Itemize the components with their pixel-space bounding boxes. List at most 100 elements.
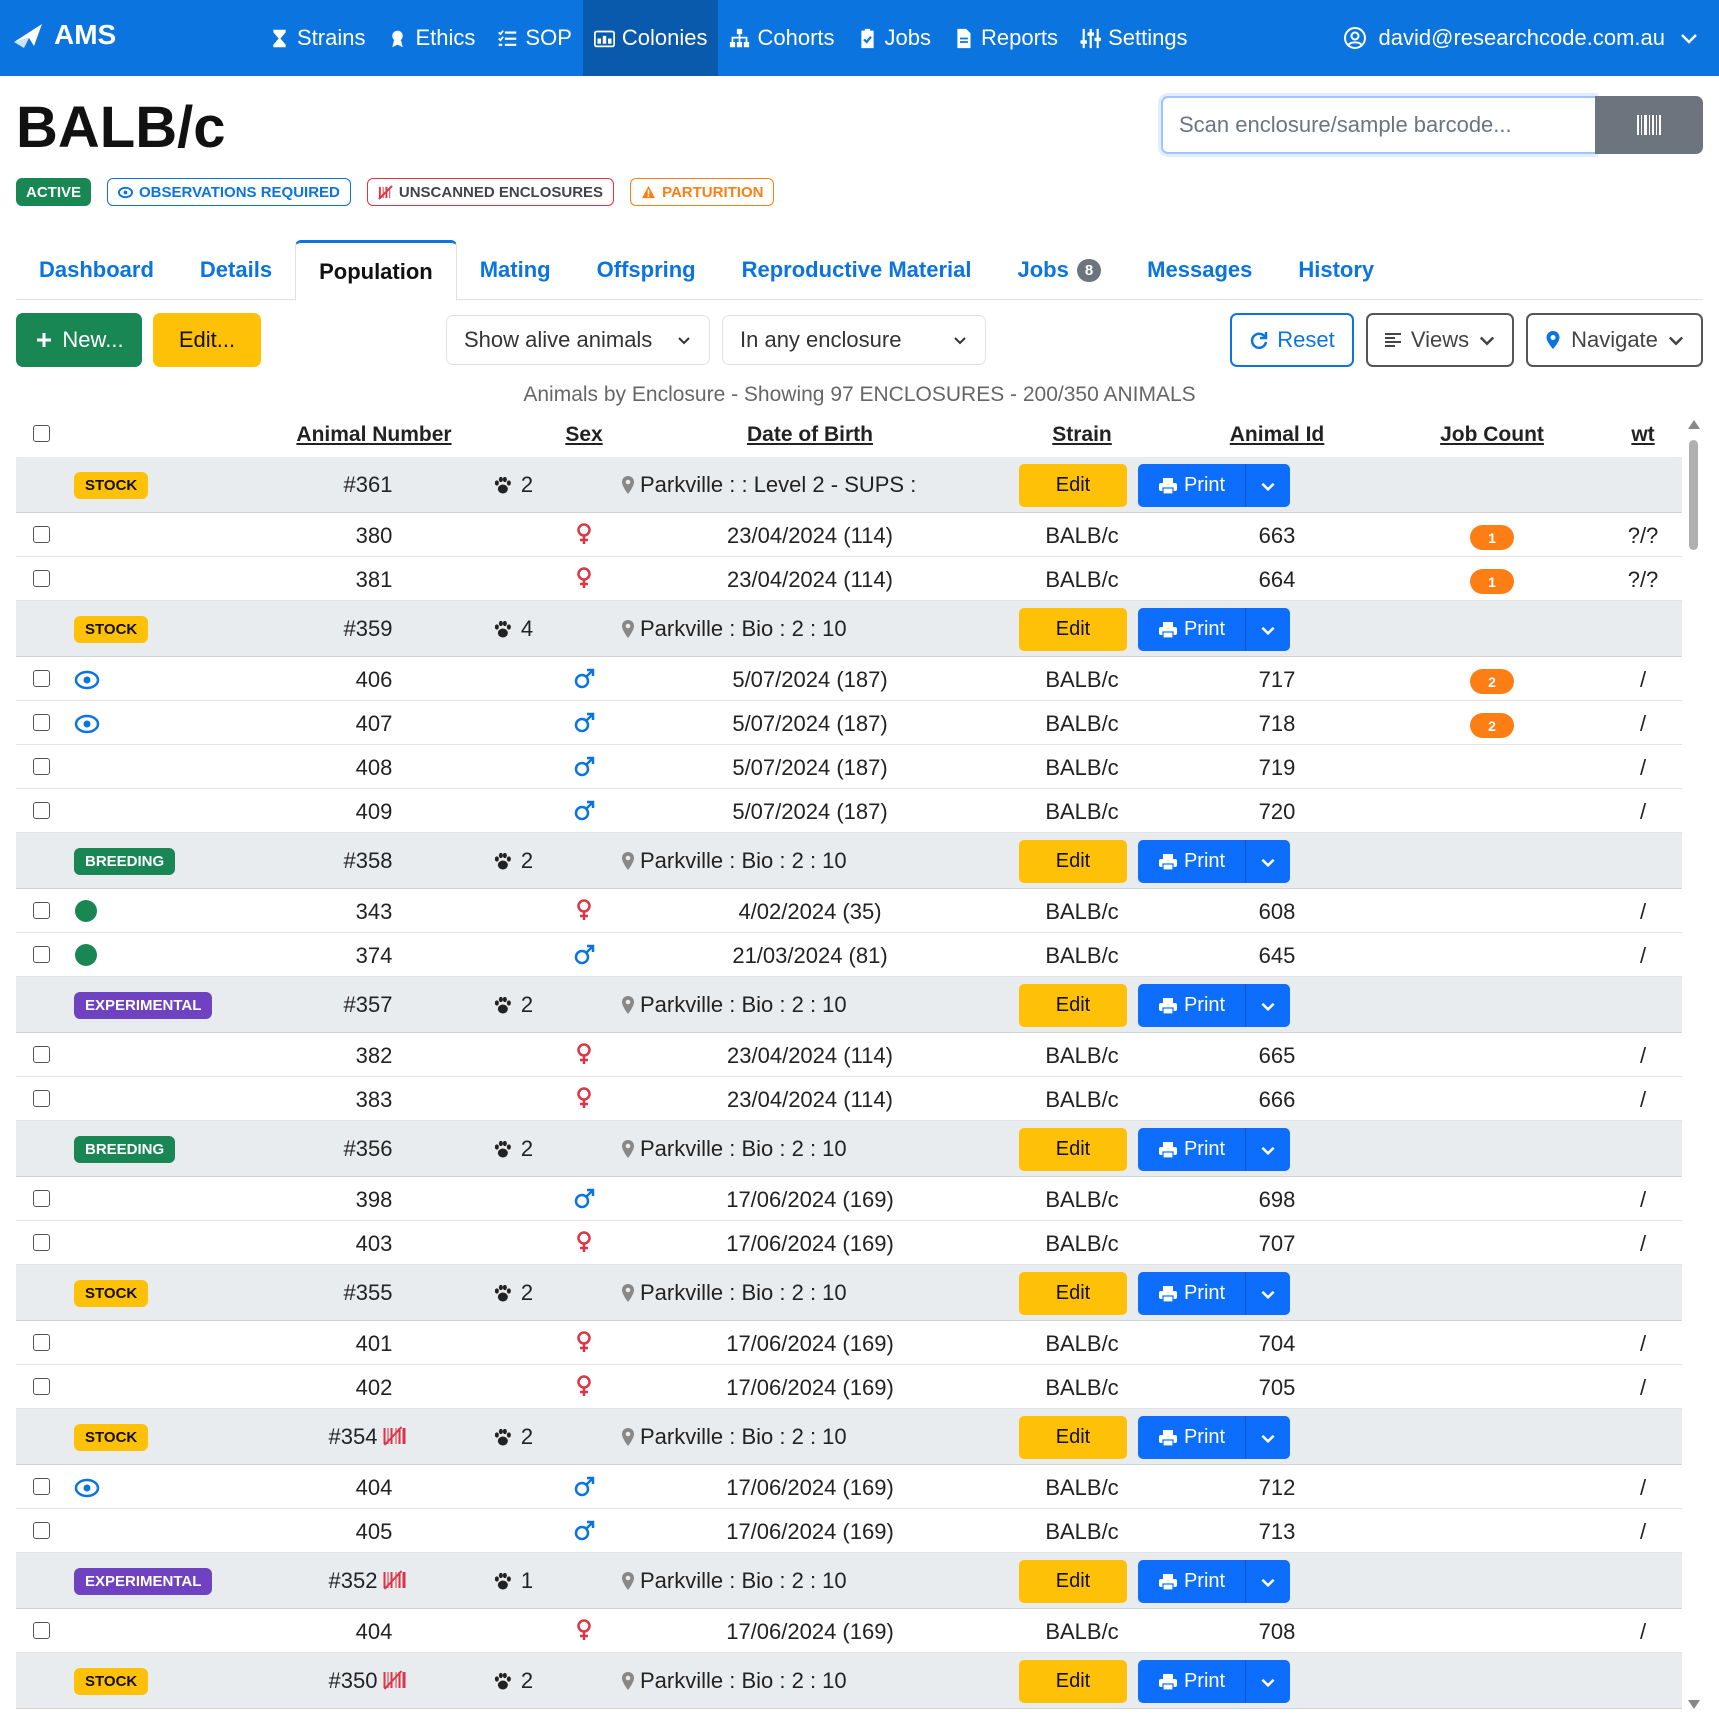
row-select-checkbox[interactable]: [33, 1334, 50, 1351]
row-select-checkbox[interactable]: [33, 1090, 50, 1107]
status-badge-parturition[interactable]: PARTURITION: [630, 178, 775, 206]
animal-row[interactable]: 408 5/07/2024 (187) BALB/c 719 /: [16, 745, 1682, 789]
row-select-checkbox[interactable]: [33, 802, 50, 819]
enclosure-location[interactable]: Parkville : : Level 2 - SUPS :: [620, 472, 916, 498]
job-count-badge[interactable]: 2: [1470, 669, 1514, 694]
nav-item-reports[interactable]: Reports: [942, 0, 1069, 76]
enclosure-number[interactable]: #358: [344, 848, 393, 874]
animal-row[interactable]: 409 5/07/2024 (187) BALB/c 720 /: [16, 789, 1682, 833]
animal-row[interactable]: 404 17/06/2024 (169) BALB/c 708 /: [16, 1609, 1682, 1653]
user-menu[interactable]: david@researchcode.com.au: [1343, 0, 1701, 76]
enclosure-number[interactable]: #355: [344, 1280, 393, 1306]
enclosure-number[interactable]: #361: [344, 472, 393, 498]
animal-row[interactable]: 383 23/04/2024 (114) BALB/c 666 /: [16, 1077, 1682, 1121]
job-count-badge[interactable]: 2: [1470, 713, 1514, 738]
status-badge-observations[interactable]: OBSERVATIONS REQUIRED: [107, 178, 351, 206]
column-header-job-count[interactable]: Job Count: [1440, 423, 1544, 447]
animal-row[interactable]: 381 23/04/2024 (114) BALB/c 664 1 ?/?: [16, 557, 1682, 601]
enclosure-edit-button[interactable]: Edit: [1019, 984, 1127, 1027]
enclosure-edit-button[interactable]: Edit: [1019, 608, 1127, 651]
nav-item-cohorts[interactable]: Cohorts: [718, 0, 845, 76]
enclosure-location[interactable]: Parkville : Bio : 2 : 10: [620, 1136, 847, 1162]
enclosure-edit-button[interactable]: Edit: [1019, 1560, 1127, 1603]
row-select-checkbox[interactable]: [33, 1622, 50, 1639]
animal-row[interactable]: 374 21/03/2024 (81) BALB/c 645 /: [16, 933, 1682, 977]
enclosure-number[interactable]: #352: [329, 1568, 408, 1594]
nav-item-jobs[interactable]: Jobs: [846, 0, 942, 76]
scrollbar-thumb[interactable]: [1689, 440, 1698, 550]
barcode-scan-button[interactable]: [1595, 96, 1703, 154]
animal-row[interactable]: 404 17/06/2024 (169) BALB/c 712 /: [16, 1465, 1682, 1509]
enclosure-number[interactable]: #354: [329, 1424, 408, 1450]
brand-logo[interactable]: AMS: [12, 18, 116, 52]
column-header-strain[interactable]: Strain: [1052, 423, 1112, 447]
row-select-checkbox[interactable]: [33, 1378, 50, 1395]
nav-item-sop[interactable]: SOP: [486, 0, 582, 76]
column-header-wt[interactable]: wt: [1631, 423, 1654, 447]
row-select-checkbox[interactable]: [33, 526, 50, 543]
print-options-toggle[interactable]: [1246, 464, 1290, 507]
enclosure-edit-button[interactable]: Edit: [1019, 1660, 1127, 1703]
row-select-checkbox[interactable]: [33, 1234, 50, 1251]
scroll-up-arrow[interactable]: [1688, 420, 1700, 429]
tab-details[interactable]: Details: [177, 240, 295, 300]
enclosure-edit-button[interactable]: Edit: [1019, 1128, 1127, 1171]
enclosure-print-button[interactable]: Print: [1138, 1660, 1246, 1703]
job-count-badge[interactable]: 1: [1470, 525, 1514, 550]
enclosure-print-button[interactable]: Print: [1138, 1272, 1246, 1315]
print-options-toggle[interactable]: [1246, 1560, 1290, 1603]
tab-messages[interactable]: Messages: [1124, 240, 1275, 300]
print-options-toggle[interactable]: [1246, 1128, 1290, 1171]
enclosure-number[interactable]: #356: [344, 1136, 393, 1162]
animal-row[interactable]: 402 17/06/2024 (169) BALB/c 705 /: [16, 1365, 1682, 1409]
enclosure-edit-button[interactable]: Edit: [1019, 840, 1127, 883]
nav-item-ethics[interactable]: Ethics: [376, 0, 486, 76]
enclosure-location[interactable]: Parkville : Bio : 2 : 10: [620, 1280, 847, 1306]
enclosure-print-button[interactable]: Print: [1138, 1560, 1246, 1603]
row-select-checkbox[interactable]: [33, 1190, 50, 1207]
views-dropdown-button[interactable]: Views: [1366, 313, 1514, 367]
job-count-badge[interactable]: 1: [1470, 569, 1514, 594]
barcode-scan-input[interactable]: [1161, 96, 1595, 154]
row-select-checkbox[interactable]: [33, 902, 50, 919]
row-select-checkbox[interactable]: [33, 1046, 50, 1063]
enclosure-number[interactable]: #359: [344, 616, 393, 642]
animal-row[interactable]: 398 17/06/2024 (169) BALB/c 698 /: [16, 1177, 1682, 1221]
enclosure-print-button[interactable]: Print: [1138, 1128, 1246, 1171]
enclosure-location[interactable]: Parkville : Bio : 2 : 10: [620, 848, 847, 874]
animal-row[interactable]: 407 5/07/2024 (187) BALB/c 718 2 /: [16, 701, 1682, 745]
nav-item-colonies[interactable]: Colonies: [582, 0, 719, 76]
enclosure-edit-button[interactable]: Edit: [1019, 1272, 1127, 1315]
column-header-date-of-birth[interactable]: Date of Birth: [747, 423, 873, 447]
animal-row[interactable]: 406 5/07/2024 (187) BALB/c 717 2 /: [16, 657, 1682, 701]
animal-row[interactable]: 380 23/04/2024 (114) BALB/c 663 1 ?/?: [16, 513, 1682, 557]
column-header-animal-number[interactable]: Animal Number: [296, 423, 451, 447]
scroll-down-arrow[interactable]: [1688, 1700, 1700, 1709]
enclosure-print-button[interactable]: Print: [1138, 464, 1246, 507]
row-select-checkbox[interactable]: [33, 1522, 50, 1539]
tab-jobs[interactable]: Jobs 8: [994, 240, 1124, 300]
enclosure-edit-button[interactable]: Edit: [1019, 464, 1127, 507]
enclosure-print-button[interactable]: Print: [1138, 840, 1246, 883]
print-options-toggle[interactable]: [1246, 1416, 1290, 1459]
enclosure-location[interactable]: Parkville : Bio : 2 : 10: [620, 1568, 847, 1594]
animal-row[interactable]: 403 17/06/2024 (169) BALB/c 707 /: [16, 1221, 1682, 1265]
animal-row[interactable]: 401 17/06/2024 (169) BALB/c 704 /: [16, 1321, 1682, 1365]
enclosure-filter-select[interactable]: In any enclosure: [722, 315, 986, 365]
enclosure-print-button[interactable]: Print: [1138, 1416, 1246, 1459]
row-select-checkbox[interactable]: [33, 670, 50, 687]
enclosure-print-button[interactable]: Print: [1138, 984, 1246, 1027]
tab-mating[interactable]: Mating: [457, 240, 574, 300]
row-select-checkbox[interactable]: [33, 714, 50, 731]
print-options-toggle[interactable]: [1246, 608, 1290, 651]
row-select-checkbox[interactable]: [33, 1478, 50, 1495]
navigate-dropdown-button[interactable]: Navigate: [1526, 313, 1703, 367]
animal-row[interactable]: 405 17/06/2024 (169) BALB/c 713 /: [16, 1509, 1682, 1553]
tab-reproductive-material[interactable]: Reproductive Material: [719, 240, 995, 300]
animal-row[interactable]: 382 23/04/2024 (114) BALB/c 665 /: [16, 1033, 1682, 1077]
new-button[interactable]: New...: [16, 313, 142, 367]
row-select-checkbox[interactable]: [33, 570, 50, 587]
enclosure-location[interactable]: Parkville : Bio : 2 : 10: [620, 616, 847, 642]
select-all-checkbox[interactable]: [33, 425, 50, 442]
enclosure-location[interactable]: Parkville : Bio : 2 : 10: [620, 992, 847, 1018]
